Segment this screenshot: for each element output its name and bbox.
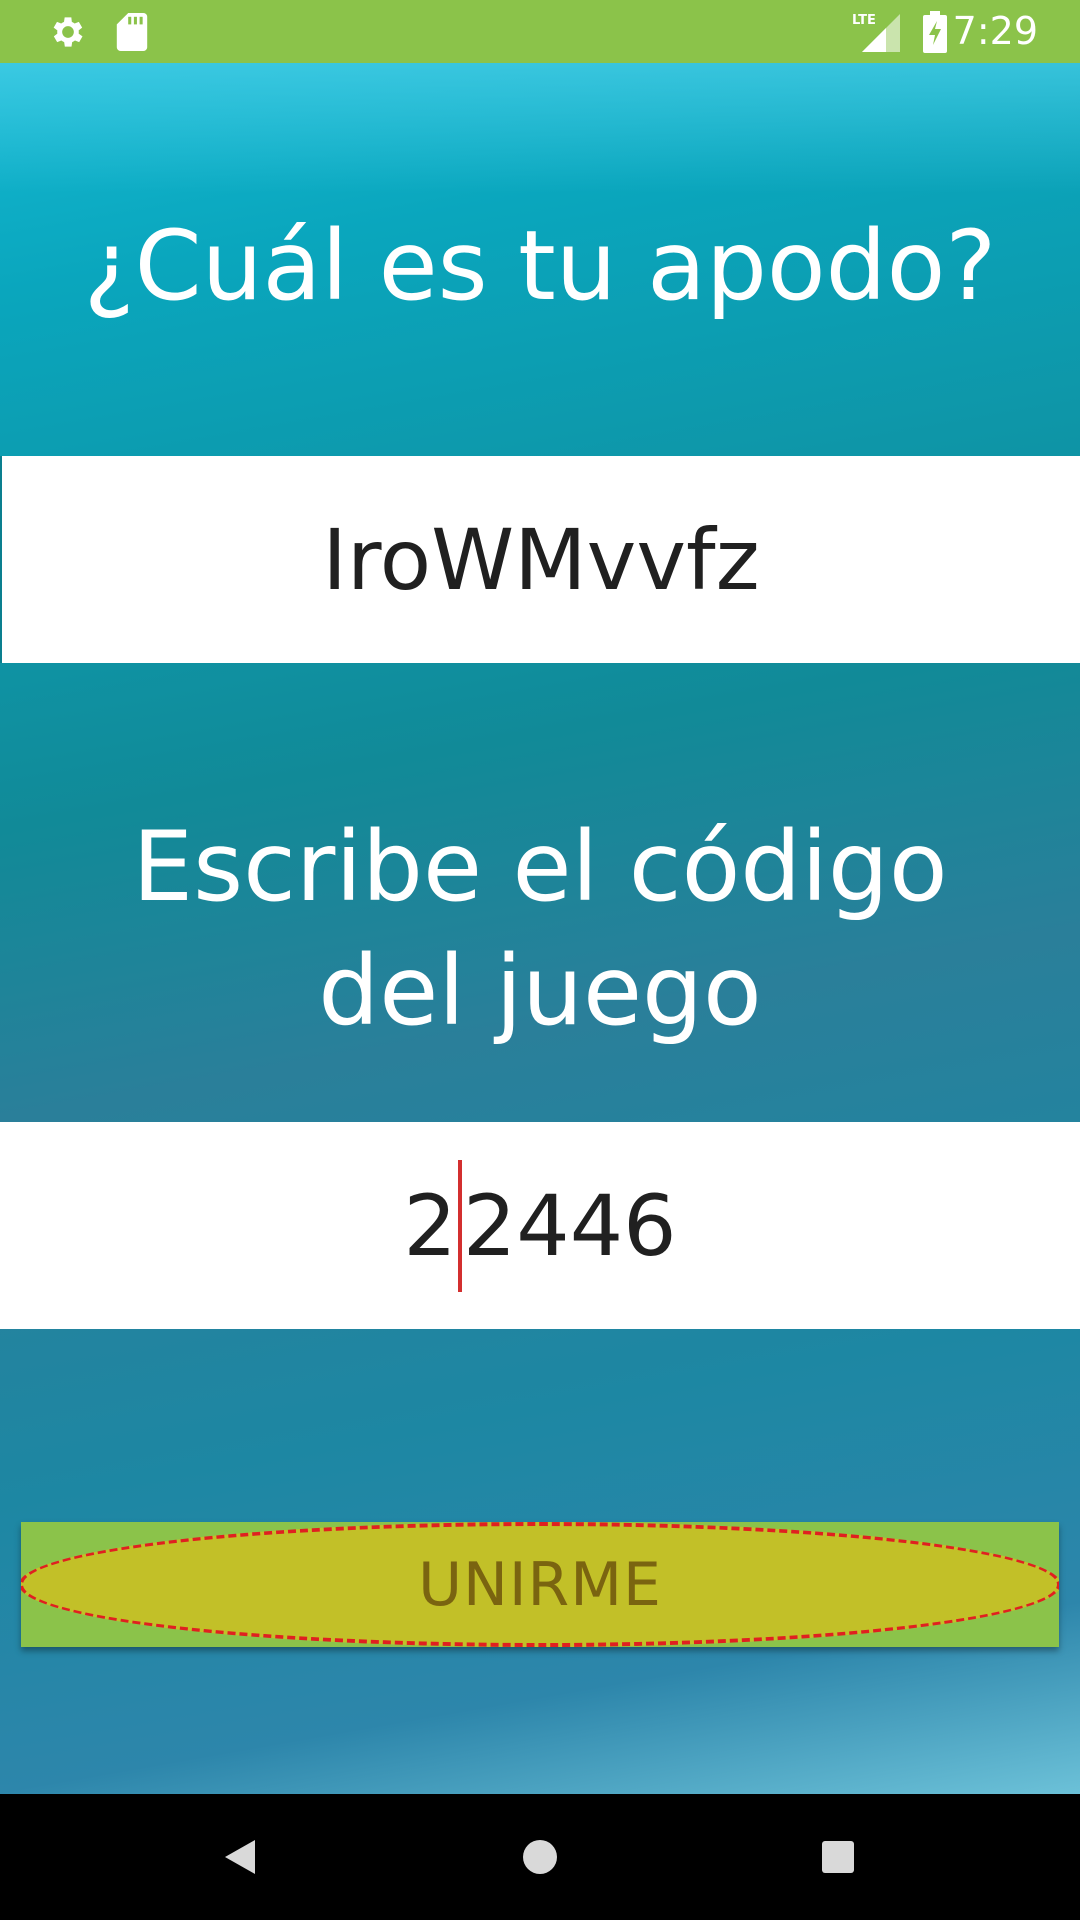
recents-icon[interactable] [778,1794,898,1920]
game-code-heading: Escribe el código del juego [132,811,948,1047]
svg-text:LTE: LTE [852,13,876,28]
sd-card-icon [114,0,150,63]
join-button[interactable]: UNIRME [21,1522,1059,1647]
navigation-bar [0,1794,1080,1920]
nickname-field[interactable]: IroWMvvfz [0,456,1080,663]
game-code-field[interactable]: 2 2446 [0,1122,1080,1329]
status-bar: LTE 7:29 [0,0,1080,63]
clock: 7:29 [952,9,1038,53]
join-button-label: UNIRME [418,1549,662,1620]
lte-signal-icon: LTE [852,0,902,63]
home-icon[interactable] [480,1794,600,1920]
back-icon[interactable] [180,1794,300,1920]
game-code-text-after-caret: 2446 [462,1176,677,1275]
nickname-value: IroWMvvfz [322,510,760,609]
game-code-text-before-caret: 2 [403,1176,457,1275]
join-game-screen: ¿Cuál es tu apodo? IroWMvvfz Escribe el … [0,63,1080,1794]
text-caret [457,1159,462,1292]
game-code-value: 2 2446 [403,1159,677,1292]
battery-charging-icon [920,0,950,63]
settings-icon [46,0,90,63]
nickname-heading: ¿Cuál es tu apodo? [83,210,997,322]
